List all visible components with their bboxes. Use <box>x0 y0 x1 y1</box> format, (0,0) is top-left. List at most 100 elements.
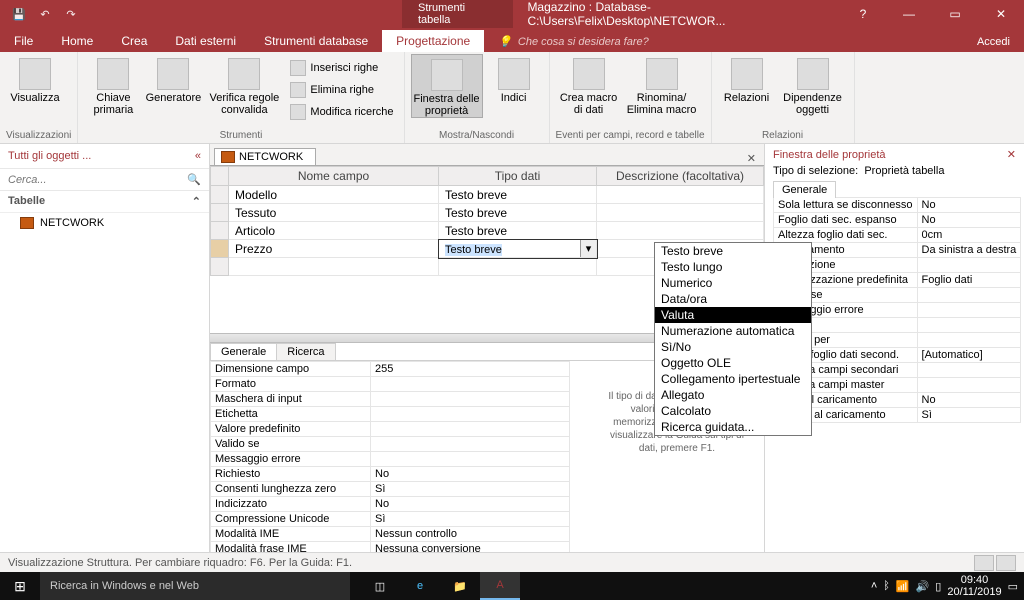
row-selector[interactable] <box>211 204 229 222</box>
tab-design[interactable]: Progettazione <box>382 30 484 52</box>
prop-value[interactable] <box>917 378 1021 393</box>
dropdown-option[interactable]: Calcolato <box>655 403 811 419</box>
nav-search-input[interactable] <box>8 174 187 186</box>
dropdown-option[interactable]: Allegato <box>655 387 811 403</box>
access-icon[interactable]: A <box>480 572 520 600</box>
prop-value[interactable] <box>371 437 570 452</box>
wifi-icon[interactable]: 📶 <box>896 580 910 593</box>
primary-key-button[interactable]: Chiave primaria <box>84 54 142 116</box>
tab-create[interactable]: Crea <box>107 30 161 52</box>
row-selector[interactable] <box>211 258 229 276</box>
start-button[interactable]: ⊞ <box>0 578 40 595</box>
field-name-cell[interactable]: Articolo <box>229 222 439 240</box>
close-button[interactable]: ✕ <box>978 0 1024 28</box>
prop-value[interactable]: Nessun controllo <box>371 527 570 542</box>
prop-value[interactable]: 0cm <box>917 228 1021 243</box>
prop-value[interactable] <box>917 333 1021 348</box>
dropdown-option[interactable]: Testo lungo <box>655 259 811 275</box>
desc-cell[interactable] <box>597 222 764 240</box>
row-selector[interactable] <box>211 240 229 258</box>
object-dependencies-button[interactable]: Dipendenze oggetti <box>778 54 848 116</box>
prop-value[interactable] <box>917 258 1021 273</box>
document-tab[interactable]: NETCWORK <box>214 148 316 165</box>
file-explorer-icon[interactable]: 📁 <box>440 572 480 600</box>
dropdown-option[interactable]: Oggetto OLE <box>655 355 811 371</box>
volume-icon[interactable]: 🔊 <box>916 580 930 593</box>
tray-chevron-icon[interactable]: ˄ <box>871 580 877 592</box>
sign-in-link[interactable]: Accedi <box>963 32 1024 52</box>
prop-value[interactable]: Foglio dati <box>917 273 1021 288</box>
tab-home[interactable]: Home <box>47 30 107 52</box>
prop-value[interactable] <box>371 422 570 437</box>
prop-value[interactable] <box>917 288 1021 303</box>
prop-value[interactable]: [Automatico] <box>917 348 1021 363</box>
system-tray[interactable]: ˄ ᛒ 📶 🔊 ▯ 09:4020/11/2019 ▭ <box>871 574 1024 598</box>
dropdown-option[interactable]: Sì/No <box>655 339 811 355</box>
dropdown-option[interactable]: Collegamento ipertestuale <box>655 371 811 387</box>
field-name-cell[interactable]: Prezzo <box>229 240 439 258</box>
clock[interactable]: 09:4020/11/2019 <box>947 574 1001 598</box>
prop-value[interactable]: No <box>371 467 570 482</box>
prop-value[interactable] <box>917 303 1021 318</box>
prop-value[interactable]: Sì <box>917 408 1021 423</box>
dropdown-option[interactable]: Data/ora <box>655 291 811 307</box>
search-icon[interactable]: 🔍 <box>187 173 201 186</box>
save-icon[interactable]: 💾 <box>8 3 30 25</box>
insert-rows-button[interactable]: Inserisci righe <box>286 58 397 78</box>
prop-value[interactable]: 255 <box>371 362 570 377</box>
desc-cell[interactable] <box>597 204 764 222</box>
undo-icon[interactable]: ↶ <box>34 3 56 25</box>
task-view-icon[interactable]: ◫ <box>360 572 400 600</box>
relationships-button[interactable]: Relazioni <box>718 54 776 104</box>
modify-lookups-button[interactable]: Modifica ricerche <box>286 102 397 122</box>
prop-value[interactable]: No <box>917 393 1021 408</box>
data-type-cell[interactable]: Testo breve <box>439 222 597 240</box>
field-properties-grid[interactable]: Dimensione campo255 Formato Maschera di … <box>210 361 570 572</box>
desc-cell[interactable] <box>597 186 764 204</box>
field-name-cell[interactable]: Modello <box>229 186 439 204</box>
redo-icon[interactable]: ↷ <box>60 3 82 25</box>
delete-rows-button[interactable]: Elimina righe <box>286 80 397 100</box>
indexes-button[interactable]: Indici <box>485 54 543 104</box>
rename-delete-macro-button[interactable]: Rinomina/ Elimina macro <box>624 54 700 116</box>
view-button[interactable]: Visualizza <box>6 54 64 104</box>
row-selector[interactable] <box>211 186 229 204</box>
data-type-cell[interactable]: Testo breve <box>439 204 597 222</box>
prop-value[interactable] <box>371 392 570 407</box>
tell-me-search[interactable]: 💡 Che cosa si desidera fare? <box>484 31 663 52</box>
nav-category-tables[interactable]: Tabelle⌃ <box>0 191 209 213</box>
help-button[interactable]: ? <box>840 0 886 28</box>
property-sheet-close-button[interactable]: ✕ <box>1007 148 1016 161</box>
data-type-dropdown[interactable]: Testo breve Testo lungo Numerico Data/or… <box>654 242 812 436</box>
prop-value[interactable]: Da sinistra a destra <box>917 243 1021 258</box>
data-type-cell-active[interactable]: Testo breve▾ <box>439 240 597 258</box>
property-sheet-button[interactable]: Finestra delle proprietà <box>411 54 483 118</box>
prop-value[interactable]: Sì <box>371 482 570 497</box>
create-data-macro-button[interactable]: Crea macro di dati <box>556 54 622 116</box>
nav-search[interactable]: 🔍 <box>0 169 209 191</box>
field-name-cell[interactable] <box>229 258 439 276</box>
notifications-icon[interactable]: ▭ <box>1008 580 1018 593</box>
fp-tab-lookup[interactable]: Ricerca <box>276 343 335 360</box>
col-data-type[interactable]: Tipo dati <box>439 167 597 186</box>
data-type-cell[interactable]: Testo breve <box>439 186 597 204</box>
taskbar-search[interactable]: Ricerca in Windows e nel Web <box>40 572 350 600</box>
dropdown-option-highlighted[interactable]: Valuta <box>655 307 811 323</box>
nav-title[interactable]: Tutti gli oggetti ... <box>8 150 91 162</box>
fp-tab-general[interactable]: Generale <box>210 343 277 360</box>
ps-tab-general[interactable]: Generale <box>773 181 836 198</box>
nav-object-netcwork[interactable]: NETCWORK <box>0 213 209 233</box>
col-field-name[interactable]: Nome campo <box>229 167 439 186</box>
prop-value[interactable] <box>917 363 1021 378</box>
row-selector[interactable] <box>211 222 229 240</box>
document-close-button[interactable]: ✕ <box>739 152 764 165</box>
dropdown-option[interactable]: Numerico <box>655 275 811 291</box>
datasheet-view-button[interactable] <box>974 555 994 571</box>
dropdown-arrow-icon[interactable]: ▾ <box>580 240 596 257</box>
tab-file[interactable]: File <box>0 30 47 52</box>
battery-icon[interactable]: ▯ <box>935 580 941 593</box>
bluetooth-icon[interactable]: ᛒ <box>883 580 890 592</box>
edge-icon[interactable]: e <box>400 572 440 600</box>
prop-value[interactable] <box>371 407 570 422</box>
dropdown-option[interactable]: Ricerca guidata... <box>655 419 811 435</box>
